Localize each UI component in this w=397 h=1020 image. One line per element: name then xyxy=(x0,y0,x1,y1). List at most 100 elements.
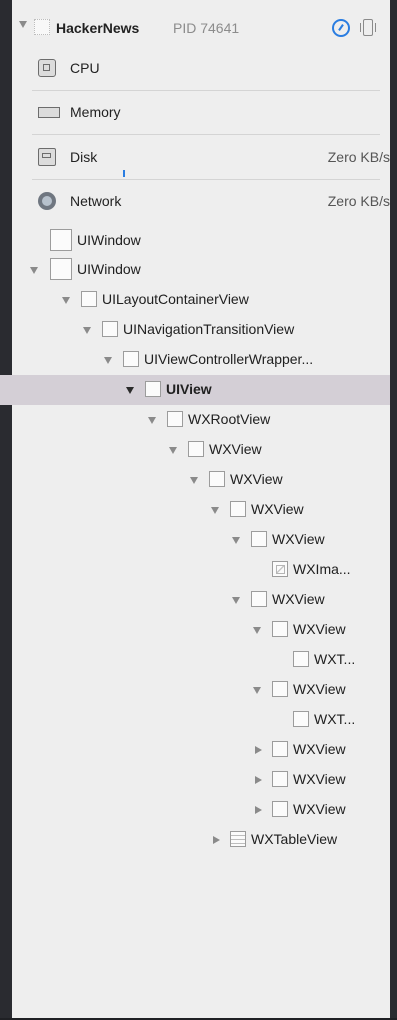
process-id: PID 74641 xyxy=(173,20,240,36)
window-edge-left xyxy=(0,0,12,1020)
gauge-icon[interactable] xyxy=(332,19,350,37)
tree-row-label: UIWindow xyxy=(77,232,141,248)
view-icon xyxy=(167,411,183,427)
tree-row[interactable]: WXView xyxy=(12,495,390,525)
gauge-row-cpu[interactable]: CPU xyxy=(32,46,380,91)
tree-row[interactable]: WXView xyxy=(12,795,390,825)
tree-row[interactable]: UIViewControllerWrapper... xyxy=(12,345,390,375)
view-icon xyxy=(50,258,72,280)
tree-row-label: WXT... xyxy=(314,651,356,667)
gauge-label: Memory xyxy=(70,104,121,120)
tree-row-selected[interactable]: UIView xyxy=(0,375,390,405)
disclosure-triangle-icon[interactable] xyxy=(126,387,134,394)
image-view-icon xyxy=(272,561,288,577)
tree-row-label: WXView xyxy=(293,681,346,697)
disclosure-triangle-icon[interactable] xyxy=(104,357,112,364)
disclosure-triangle-icon[interactable] xyxy=(253,627,261,634)
view-icon xyxy=(123,351,139,367)
tree-row[interactable]: WXView xyxy=(12,435,390,465)
view-icon xyxy=(188,441,204,457)
disclosure-triangle-icon[interactable] xyxy=(190,477,198,484)
tree-row[interactable]: WXView xyxy=(12,615,390,645)
tree-row-label: WXTableView xyxy=(251,831,338,847)
tree-row[interactable]: WXTableView xyxy=(12,825,390,855)
tree-row-label: WXView xyxy=(251,501,304,517)
disclosure-triangle-icon[interactable] xyxy=(255,776,262,784)
tree-row[interactable]: UINavigationTransitionView xyxy=(12,315,390,345)
tree-row[interactable]: WXIma... xyxy=(12,555,390,585)
tree-row-label: WXView xyxy=(293,771,346,787)
view-icon xyxy=(209,471,225,487)
gauge-label: CPU xyxy=(70,60,100,76)
view-icon xyxy=(50,229,72,251)
tree-row-label: UINavigationTransitionView xyxy=(123,321,295,337)
tree-row[interactable]: UILayoutContainerView xyxy=(12,285,390,315)
disclosure-triangle-icon[interactable] xyxy=(255,806,262,814)
view-icon xyxy=(293,651,309,667)
disclosure-triangle-icon[interactable] xyxy=(148,417,156,424)
tree-row-label: WXView xyxy=(272,531,325,547)
navigator-panel: HackerNews PID 74641 CPU Memory Disk Zer… xyxy=(0,0,390,1018)
disclosure-triangle-icon[interactable] xyxy=(253,687,261,694)
disclosure-triangle-icon[interactable] xyxy=(211,507,219,514)
view-icon xyxy=(272,771,288,787)
tree-row-label: UIView xyxy=(166,381,212,397)
tree-row[interactable]: WXView xyxy=(12,525,390,555)
disclosure-triangle-icon[interactable] xyxy=(62,297,70,304)
tree-row-label: WXView xyxy=(209,441,262,457)
memory-icon xyxy=(38,107,60,118)
disclosure-triangle-icon[interactable] xyxy=(255,746,262,754)
tree-row[interactable]: WXT... xyxy=(12,645,390,675)
gauge-value: Zero KB/s xyxy=(327,193,390,209)
process-name: HackerNews xyxy=(56,20,140,36)
tree-row[interactable]: WXView xyxy=(12,675,390,705)
tree-row[interactable]: WXRootView xyxy=(12,405,390,435)
gauge-row-memory[interactable]: Memory xyxy=(32,90,380,135)
gauge-label: Disk xyxy=(70,149,98,165)
tree-row-label: WXRootView xyxy=(188,411,271,427)
view-icon xyxy=(272,681,288,697)
view-icon xyxy=(230,501,246,517)
view-icon xyxy=(145,381,161,397)
tree-row[interactable]: WXT... xyxy=(12,705,390,735)
tree-row-label: WXView xyxy=(230,471,283,487)
tree-row[interactable]: WXView xyxy=(12,585,390,615)
disclosure-triangle-icon[interactable] xyxy=(232,597,240,604)
tree-row-label: WXT... xyxy=(314,711,356,727)
tree-row[interactable]: UIWindow xyxy=(12,226,390,256)
gauge-row-disk[interactable]: Disk Zero KB/s xyxy=(32,135,390,180)
device-icon[interactable] xyxy=(360,19,376,37)
view-icon xyxy=(272,741,288,757)
window-edge-right xyxy=(390,0,397,1020)
gauge-label: Network xyxy=(70,193,122,209)
gauge-row-network[interactable]: Network Zero KB/s xyxy=(32,179,390,223)
disclosure-triangle-icon[interactable] xyxy=(30,267,38,274)
view-icon xyxy=(251,531,267,547)
view-icon xyxy=(81,291,97,307)
view-icon xyxy=(251,591,267,607)
network-icon xyxy=(38,192,56,210)
tree-row[interactable]: WXView xyxy=(12,765,390,795)
tree-row-label: WXView xyxy=(293,801,346,817)
view-icon xyxy=(272,621,288,637)
tree-row[interactable]: UIWindow xyxy=(12,255,390,285)
view-icon xyxy=(272,801,288,817)
app-icon xyxy=(34,19,50,35)
tree-row[interactable]: WXView xyxy=(12,735,390,765)
tree-row-label: WXView xyxy=(293,621,346,637)
disclosure-triangle-icon[interactable] xyxy=(83,327,91,334)
tree-row-label: UILayoutContainerView xyxy=(102,291,249,307)
tree-row-label: WXView xyxy=(272,591,325,607)
disk-activity-marker xyxy=(123,170,125,177)
disclosure-triangle-icon[interactable] xyxy=(213,836,220,844)
process-header[interactable]: HackerNews PID 74641 xyxy=(12,0,390,50)
gauge-value: Zero KB/s xyxy=(327,149,390,165)
disclosure-triangle-icon[interactable] xyxy=(19,21,27,28)
disclosure-triangle-icon[interactable] xyxy=(232,537,240,544)
disclosure-triangle-icon[interactable] xyxy=(169,447,177,454)
cpu-icon xyxy=(38,59,56,77)
view-icon xyxy=(102,321,118,337)
view-icon xyxy=(293,711,309,727)
table-view-icon xyxy=(230,831,246,847)
tree-row[interactable]: WXView xyxy=(12,465,390,495)
